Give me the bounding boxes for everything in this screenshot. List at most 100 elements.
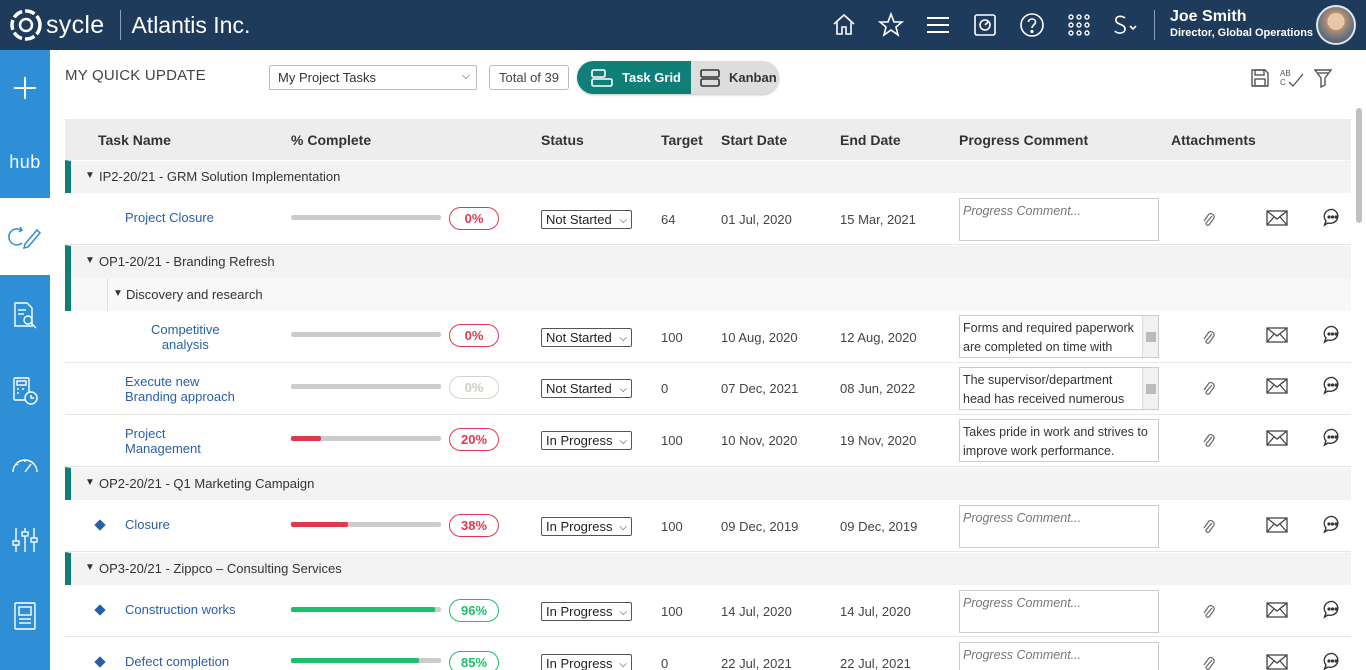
comment-icon[interactable]	[1323, 325, 1342, 344]
sidebar-item-gauge[interactable]	[0, 428, 50, 502]
spellcheck-icon[interactable]: ABC	[1279, 68, 1305, 88]
chevron-down-icon[interactable]: ▼	[113, 288, 123, 299]
kanban-icon	[700, 68, 720, 87]
comment-scrollbar[interactable]	[1142, 368, 1158, 409]
task-name-link[interactable]: Competitive analysis	[151, 322, 220, 352]
help-icon[interactable]	[1008, 0, 1055, 50]
col-start-date[interactable]: Start Date	[721, 132, 787, 148]
sidebar-item-search-docs[interactable]	[0, 275, 50, 354]
task-name-link[interactable]: Project Management	[125, 426, 201, 456]
milestone-diamond-icon	[94, 656, 106, 668]
task-name-link[interactable]: Execute new Branding approach	[125, 374, 235, 404]
group-row[interactable]: ▼ IP2-20/21 - GRM Solution Implementatio…	[65, 160, 1351, 193]
home-icon[interactable]	[820, 0, 867, 50]
sycle-logo[interactable]: sycle	[8, 7, 104, 43]
paperclip-icon[interactable]	[1202, 380, 1216, 398]
status-value: Not Started	[546, 330, 612, 345]
progress-comment-input[interactable]: Progress Comment...	[959, 505, 1159, 548]
dashboard-icon[interactable]	[961, 0, 1008, 50]
comment-scroll-thumb[interactable]	[1146, 384, 1156, 394]
comment-icon[interactable]	[1323, 208, 1342, 227]
status-select[interactable]: Not Started ⌵	[541, 328, 632, 347]
chevron-down-icon: ⌵	[619, 215, 627, 226]
chevron-down-icon[interactable]: ▼	[85, 170, 95, 181]
email-icon[interactable]	[1266, 210, 1288, 226]
comment-icon[interactable]	[1323, 652, 1342, 670]
group-row[interactable]: ▼ OP3-20/21 - Zippco – Consulting Servic…	[65, 552, 1351, 585]
paperclip-icon[interactable]	[1202, 603, 1216, 621]
target-value: 0	[661, 656, 669, 670]
paperclip-icon[interactable]	[1202, 655, 1216, 670]
comment-icon[interactable]	[1323, 600, 1342, 619]
report-icon	[14, 602, 36, 630]
status-select[interactable]: Not Started ⌵	[541, 379, 632, 398]
table-row: Execute new Branding approach 0% Not Star…	[65, 363, 1351, 415]
progress-comment-input[interactable]: Progress Comment...	[959, 642, 1159, 670]
avatar[interactable]	[1316, 5, 1356, 45]
status-select[interactable]: In Progress ⌵	[541, 431, 632, 450]
task-name-link[interactable]: Closure	[125, 517, 170, 532]
col-progress-comment[interactable]: Progress Comment	[959, 132, 1088, 148]
paperclip-icon[interactable]	[1202, 329, 1216, 347]
col-attachments[interactable]: Attachments	[1171, 132, 1256, 148]
s-switch-icon[interactable]	[1102, 0, 1149, 50]
email-icon[interactable]	[1266, 430, 1288, 446]
subgroup-row[interactable]: ▼ Discovery and research	[65, 278, 1351, 311]
group-row[interactable]: ▼ OP2-20/21 - Q1 Marketing Campaign	[65, 467, 1351, 500]
progress-comment-input[interactable]: Progress Comment...	[959, 198, 1159, 241]
email-icon[interactable]	[1266, 602, 1288, 618]
page-scrollbar[interactable]	[1356, 108, 1362, 223]
svg-text:C: C	[1280, 78, 1286, 87]
target-value: 100	[661, 604, 683, 619]
sidebar-item-hub[interactable]: hub	[0, 126, 50, 198]
filter-icon[interactable]	[1314, 68, 1332, 88]
end-date: 14 Jul, 2020	[840, 604, 911, 619]
save-icon[interactable]	[1250, 68, 1270, 88]
email-icon[interactable]	[1266, 327, 1288, 343]
sidebar-item-reports[interactable]	[0, 578, 50, 654]
task-view-select[interactable]: My Project Tasks ⌵	[269, 65, 477, 90]
task-grid-button[interactable]: Task Grid	[577, 61, 691, 94]
col-target[interactable]: Target	[661, 132, 703, 148]
status-select[interactable]: In Progress ⌵	[541, 654, 632, 670]
comment-scrollbar[interactable]	[1142, 316, 1158, 357]
sidebar-item-quick-update[interactable]	[0, 198, 50, 275]
col-status[interactable]: Status	[541, 132, 584, 148]
chevron-down-icon[interactable]: ▼	[85, 477, 95, 488]
email-icon[interactable]	[1266, 654, 1288, 670]
kanban-button[interactable]: Kanban	[691, 61, 779, 94]
comment-icon[interactable]	[1323, 428, 1342, 447]
status-select[interactable]: In Progress ⌵	[541, 602, 632, 621]
task-name-link[interactable]: Defect completion	[125, 654, 229, 669]
paperclip-icon[interactable]	[1202, 518, 1216, 536]
task-name-link[interactable]: Project Closure	[125, 210, 214, 225]
chevron-down-icon[interactable]: ▼	[85, 255, 95, 266]
status-select[interactable]: In Progress ⌵	[541, 517, 632, 536]
sidebar-item-filters[interactable]	[0, 502, 50, 578]
task-name-link[interactable]: Construction works	[125, 602, 236, 617]
comment-icon[interactable]	[1323, 515, 1342, 534]
sidebar-item-add[interactable]	[0, 50, 50, 126]
col-pct-complete[interactable]: % Complete	[291, 132, 371, 148]
comment-icon[interactable]	[1323, 376, 1342, 395]
sidebar-item-calculator[interactable]	[0, 354, 50, 428]
col-task-name[interactable]: Task Name	[98, 132, 171, 148]
user-info[interactable]: Joe Smith Director, Global Operations	[1170, 8, 1313, 39]
col-end-date[interactable]: End Date	[840, 132, 901, 148]
star-icon[interactable]	[867, 0, 914, 50]
apps-grid-icon[interactable]	[1055, 0, 1102, 50]
email-icon[interactable]	[1266, 378, 1288, 394]
progress-comment-input[interactable]: Progress Comment...	[959, 590, 1159, 633]
paperclip-icon[interactable]	[1202, 211, 1216, 229]
menu-icon[interactable]	[914, 0, 961, 50]
progress-comment-input[interactable]: The supervisor/department head has recei…	[959, 367, 1159, 410]
email-icon[interactable]	[1266, 517, 1288, 533]
chevron-down-icon[interactable]: ▼	[85, 562, 95, 573]
comment-scroll-thumb[interactable]	[1146, 332, 1156, 342]
plus-icon	[14, 77, 36, 99]
paperclip-icon[interactable]	[1202, 432, 1216, 450]
progress-comment-input[interactable]: Takes pride in work and strives to impro…	[959, 419, 1159, 462]
group-row[interactable]: ▼ OP1-20/21 - Branding Refresh	[65, 245, 1351, 278]
progress-comment-input[interactable]: Forms and required paperwork are complet…	[959, 315, 1159, 358]
status-select[interactable]: Not Started ⌵	[541, 210, 632, 229]
